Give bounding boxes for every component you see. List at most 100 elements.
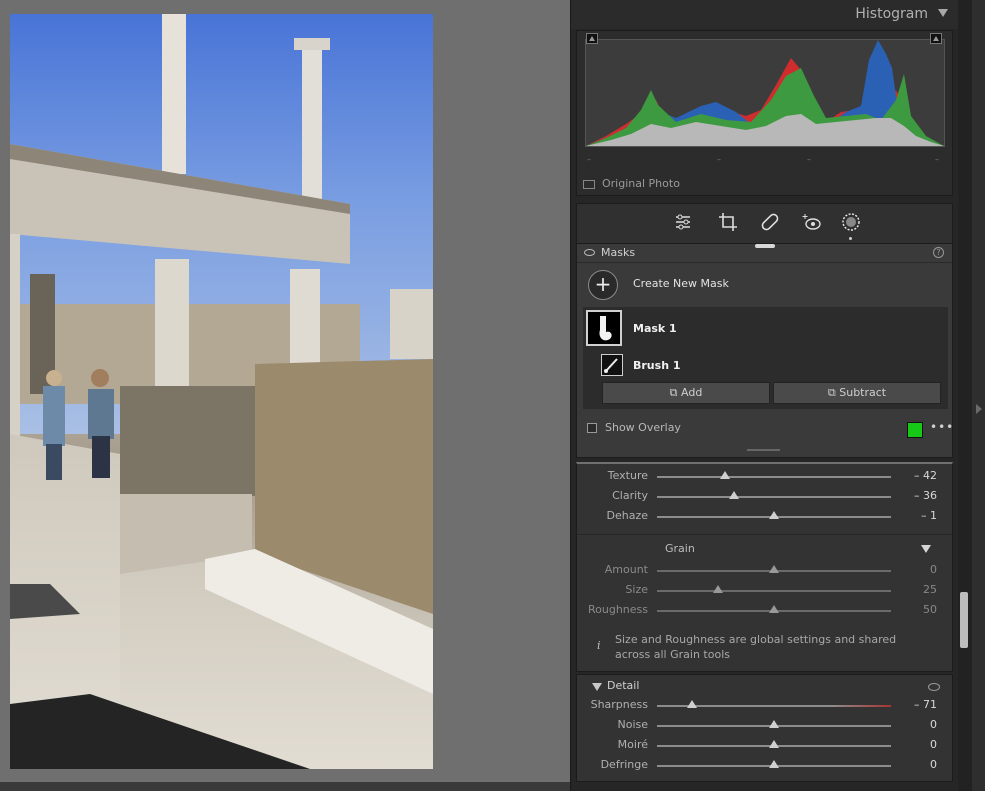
slider-label: Dehaze [606,509,649,522]
detail-panel: Detail Sharpness – 71 Noise 0 Moiré 0 Defringe… [576,674,953,782]
slider-track[interactable] [657,496,891,498]
slider-thumb[interactable] [769,760,779,768]
overlay-color-swatch[interactable] [907,422,923,438]
slider-value[interactable]: 0 [930,738,937,751]
slider-label: Defringe [600,758,648,771]
slider-value[interactable]: 0 [930,718,937,731]
slider-thumb[interactable] [769,740,779,748]
add-icon: ⧉ [669,386,682,399]
masks-drag-handle[interactable] [755,244,775,248]
slider-thumb[interactable] [687,700,698,708]
histogram[interactable]: – – – – Original Photo [576,30,953,196]
subtract-icon: ⧉ [827,386,840,399]
brush-icon[interactable] [601,354,623,376]
slider-value[interactable]: – 1 [921,509,937,522]
slider-label: Texture [607,469,648,482]
histogram-title: Histogram [855,6,928,22]
slider-label: Amount [604,563,648,576]
create-mask-button[interactable]: + [588,270,618,300]
histogram-plot[interactable] [585,39,945,147]
show-overlay-checkbox[interactable] [587,423,597,433]
tool-strip [576,203,953,244]
mask1-thumbnail[interactable] [586,310,622,346]
masking-icon[interactable] [841,212,861,232]
slider-row-size[interactable]: Size 25 [577,580,952,600]
photo-preview[interactable] [10,14,433,769]
shadow-clipping-icon[interactable] [586,33,598,44]
crop-icon[interactable] [718,212,738,232]
slider-row-dehaze[interactable]: Dehaze – 1 [577,506,952,526]
detail-title[interactable]: Detail [607,679,639,692]
slider-value[interactable]: – 42 [914,469,937,482]
slider-row-defringe[interactable]: Defringe 0 [577,755,952,775]
active-tool-indicator [849,237,852,240]
slider-value[interactable]: 50 [923,603,937,616]
grain-collapse-icon[interactable] [921,545,931,553]
histogram-graph [586,40,944,146]
slider-row-texture[interactable]: Texture – 42 [577,466,952,486]
slider-thumb[interactable] [769,511,779,519]
create-mask-label[interactable]: Create New Mask [633,277,729,290]
slider-label: Clarity [612,489,648,502]
slider-thumb[interactable] [769,720,779,728]
red-eye-icon[interactable] [802,212,822,232]
histogram-tick: – [587,155,591,164]
subtract-button[interactable]: ⧉ Subtract [773,382,941,404]
effects-panel: Texture – 42 Clarity – 36 Dehaze – 1 Grain Am… [576,462,953,672]
slider-value[interactable]: 25 [923,583,937,596]
slider-row-roughness[interactable]: Roughness 50 [577,600,952,620]
right-panel-edge [972,0,985,791]
more-options-icon[interactable]: ••• [930,420,954,434]
divider [577,262,952,263]
photo-canvas[interactable] [0,0,570,791]
slider-label: Sharpness [590,698,648,711]
detail-visibility-icon[interactable] [928,683,940,691]
healing-icon[interactable] [760,212,780,232]
slider-thumb[interactable] [729,491,740,499]
ruins-photo [10,14,433,769]
masks-panel: Masks ? + Create New Mask Mask 1 Brush 1… [576,243,953,458]
add-button[interactable]: ⧉ Add [602,382,770,404]
slider-row-clarity[interactable]: Clarity – 36 [577,486,952,506]
help-icon[interactable]: ? [933,247,944,258]
slider-row-amount[interactable]: Amount 0 [577,560,952,580]
panel-scrollbar[interactable] [958,0,972,791]
slider-label: Size [625,583,648,596]
histogram-tick: – [807,155,811,164]
histogram-collapse-icon[interactable] [938,9,948,17]
detail-collapse-icon[interactable] [592,683,602,691]
panel-resize-handle[interactable] [747,449,780,451]
canvas-bottom-bar [0,782,570,791]
slider-thumb[interactable] [769,605,779,613]
slider-row-noise[interactable]: Noise 0 [577,715,952,735]
info-icon: i [597,639,601,652]
slider-value[interactable]: – 36 [914,489,937,502]
brush1-label[interactable]: Brush 1 [633,359,681,372]
slider-thumb[interactable] [712,585,723,593]
slider-value[interactable]: 0 [930,563,937,576]
highlight-clipping-icon[interactable] [930,33,942,44]
mask-list: Mask 1 Brush 1 ⧉ Add ⧉ Subtract [583,307,948,409]
slider-track[interactable] [657,476,891,478]
expand-panel-icon[interactable] [976,404,982,414]
slider-row-sharpness[interactable]: Sharpness – 71 [577,695,952,715]
slider-value[interactable]: – 71 [914,698,937,711]
original-photo-checkbox[interactable] [583,180,595,189]
slider-row-moir[interactable]: Moiré 0 [577,735,952,755]
sliders-icon[interactable] [673,212,693,232]
histogram-header[interactable]: Histogram [571,0,958,29]
slider-label: Moiré [617,738,648,751]
slider-label: Roughness [587,603,648,616]
grain-info-text: Size and Roughness are global settings a… [615,633,897,661]
masks-visibility-icon[interactable] [584,249,595,256]
histogram-tick: – [717,155,721,164]
slider-value[interactable]: 0 [930,758,937,771]
slider-thumb[interactable] [769,565,779,573]
grain-title: Grain [665,542,695,555]
slider-track[interactable] [657,590,891,592]
slider-thumb[interactable] [719,471,730,479]
mask1-label[interactable]: Mask 1 [633,322,677,335]
slider-label: Noise [617,718,648,731]
add-label: Add [681,386,703,399]
scrollbar-thumb[interactable] [960,592,968,648]
